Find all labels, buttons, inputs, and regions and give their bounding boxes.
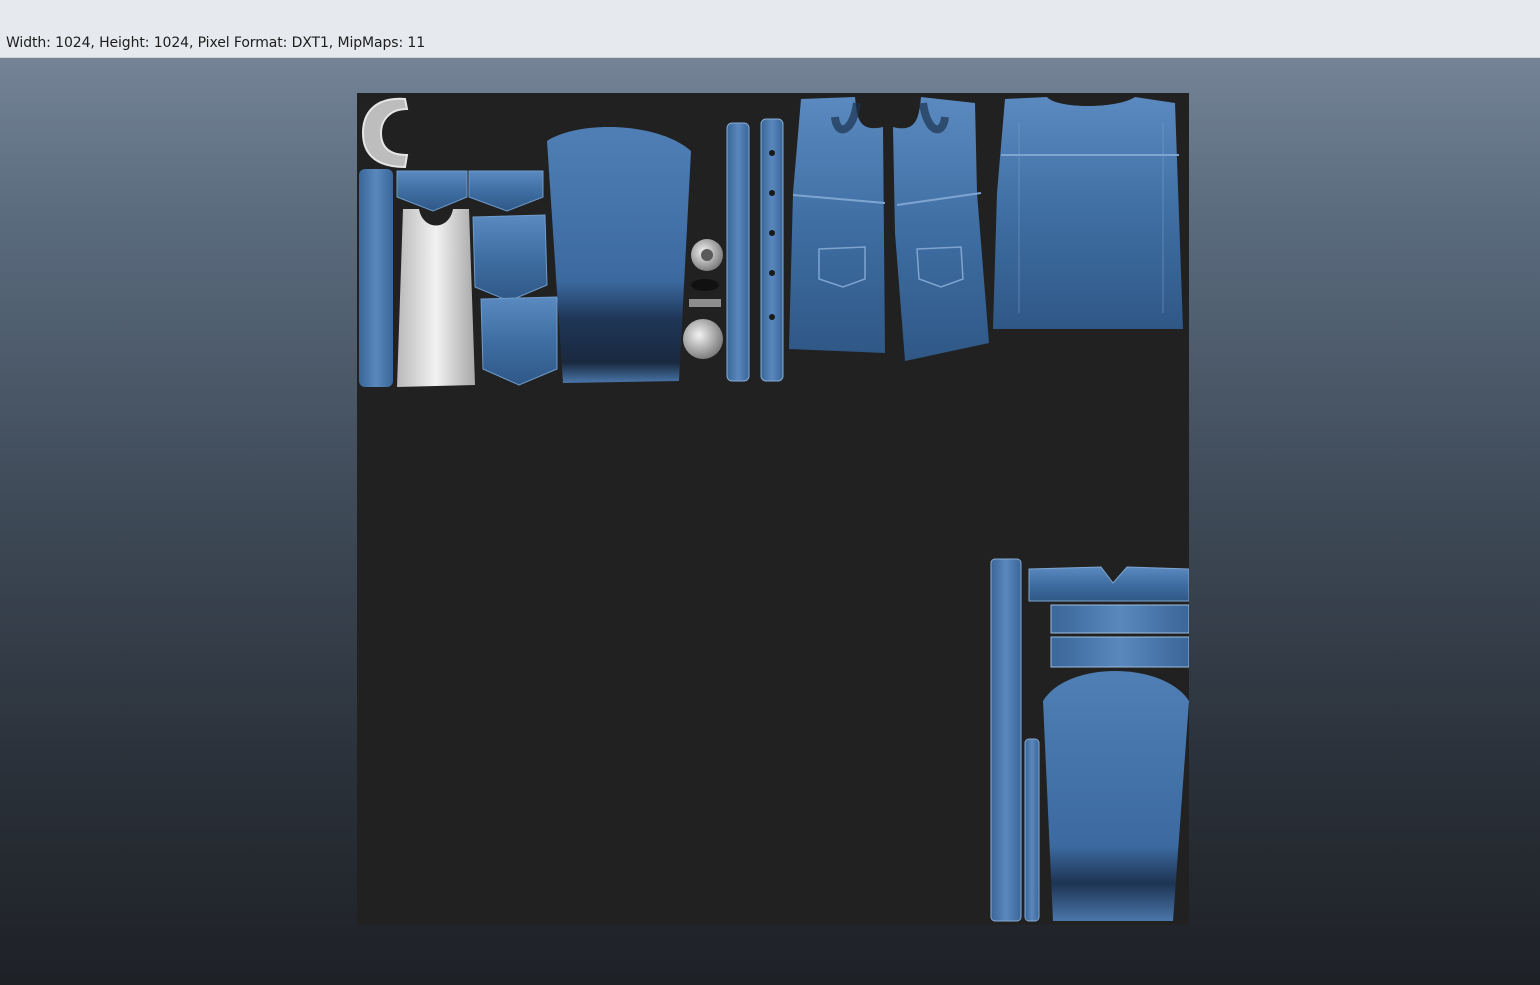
pocket-flap-left [396, 170, 468, 212]
placket-strip-right [760, 118, 784, 382]
sleeve-top [547, 127, 691, 383]
image-viewport[interactable] [0, 58, 1540, 985]
sleeve-bottom [1043, 671, 1189, 921]
collar-band-top [1028, 566, 1189, 602]
collar-band-bottom [1050, 636, 1189, 668]
uv-texture-atlas [359, 97, 1189, 922]
waistband-strip [990, 558, 1022, 922]
vest-front-right [893, 97, 989, 361]
rivet-part [689, 299, 721, 307]
snap-part [683, 319, 723, 359]
info-toolbar: Width: 1024, Height: 1024, Pixel Format:… [0, 0, 1540, 58]
collar-band-mid [1050, 604, 1189, 634]
pocket-upper [472, 214, 548, 302]
collar-piece [361, 97, 409, 169]
white-shirt-piece [397, 209, 475, 387]
cuff-strip [359, 169, 393, 387]
vest-front-left [789, 97, 885, 353]
texture-info-label: Width: 1024, Height: 1024, Pixel Format:… [6, 35, 426, 51]
placket-strip-left [726, 122, 750, 382]
pocket-flap-right [468, 170, 544, 212]
pocket-lower [480, 296, 558, 386]
texture-viewer-window: Width: 1024, Height: 1024, Pixel Format:… [0, 0, 1540, 985]
narrow-strip [1024, 738, 1040, 922]
texture-canvas[interactable] [357, 93, 1189, 925]
vest-back [993, 97, 1183, 329]
